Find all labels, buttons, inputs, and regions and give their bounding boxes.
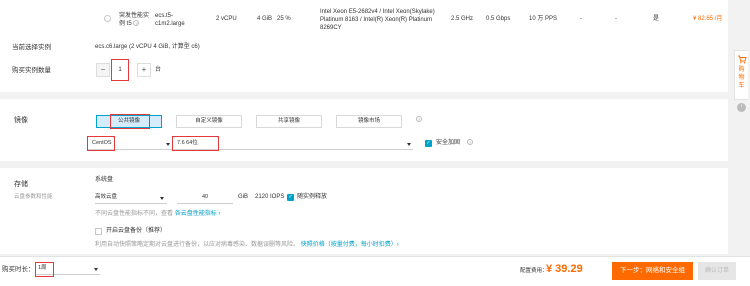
security-help[interactable]: ? <box>467 139 473 147</box>
disk-type-select[interactable]: 高效云盘 <box>95 192 167 204</box>
quantity-minus-button[interactable]: − <box>96 63 110 77</box>
chevron-down-icon <box>407 143 411 146</box>
quantity-input[interactable]: 1 <box>111 59 129 81</box>
backup-label: 开启云盘备份（推荐） <box>106 228 167 234</box>
cart-icon <box>737 55 747 64</box>
fee-label: 配置费用： <box>520 268 548 274</box>
fee-value: ¥ 39.29 <box>546 263 583 275</box>
release-checkbox[interactable]: ✓ <box>287 194 294 201</box>
tab-marketplace-image[interactable]: 镜像市场 <box>336 115 402 128</box>
instance-supported: 是 <box>653 16 660 22</box>
disk-iops: 2120 IOPS <box>255 194 285 200</box>
selected-instance-value: ecs.c6.large (2 vCPU 4 GiB, 计算型 c6) <box>95 44 200 50</box>
backup-note: 利用自动快照策略定期对云盘进行备份，以应对病毒感染、数据误删等风险。 快照价格（… <box>95 242 399 248</box>
chevron-down-icon <box>166 143 170 146</box>
perf-link[interactable]: 各云盘性能指标 › <box>175 211 221 217</box>
disk-size-input[interactable]: 40 <box>177 192 233 204</box>
system-disk-label: 系统盘 <box>95 177 114 183</box>
chevron-down-icon <box>94 268 98 271</box>
duration-highlight <box>35 262 54 277</box>
instance-type: 突发性能实例 t5 ? <box>119 13 150 27</box>
version-highlight <box>172 136 219 151</box>
cart-char-1: 购 <box>738 67 745 73</box>
side-cart[interactable]: 购 物 车 <box>734 50 748 100</box>
public-image-highlight <box>110 114 150 129</box>
storage-label: 存储 <box>14 181 28 188</box>
cart-char-3: 车 <box>738 83 745 89</box>
duration-label: 购买时长： <box>2 266 35 273</box>
tab-custom-image[interactable]: 自定义镜像 <box>176 115 242 128</box>
instance-dash: - <box>615 16 617 22</box>
backup-checkbox[interactable] <box>95 228 102 235</box>
quantity-plus-button[interactable]: + <box>137 63 151 77</box>
storage-sublabel: 云盘参数和性能 <box>14 194 53 200</box>
quantity-unit: 台 <box>155 67 162 73</box>
image-panel <box>0 99 728 161</box>
instance-memory: 4 GiB <box>257 16 273 22</box>
snapshot-price-link[interactable]: 快照价格（按量付费，每小时扣费）› <box>301 242 399 248</box>
security-label: 安全加固 <box>436 140 461 146</box>
next-step-button[interactable]: 下一步：网络和安全组 <box>612 262 693 280</box>
disk-size-unit: GiB <box>238 194 249 200</box>
instance-ipv6: - <box>580 16 582 22</box>
release-label: 随实例释放 <box>297 194 328 200</box>
confirm-order-button[interactable]: 确认订单 <box>698 262 736 280</box>
instance-price: ¥ 82.65 /月 <box>693 16 723 22</box>
chevron-down-icon <box>160 197 164 200</box>
quantity-label: 购买实例数量 <box>12 67 51 74</box>
back-to-top-icon[interactable]: ↑ <box>737 103 746 112</box>
selected-instance-label: 当前选择实例 <box>12 44 51 51</box>
instance-baseline: 25 % <box>277 16 291 22</box>
instance-bandwidth: 0.5 Gbps <box>486 16 511 22</box>
security-checkbox[interactable]: ✓ <box>425 140 432 147</box>
image-help[interactable]: ? <box>416 116 422 124</box>
instance-pps: 10 万 PPS <box>529 16 558 22</box>
help-icon[interactable]: ? <box>416 116 422 122</box>
perf-note: 不同云盘性能指标不同，查看 各云盘性能指标 › <box>95 211 221 217</box>
os-highlight <box>87 136 115 151</box>
instance-radio[interactable] <box>104 15 111 22</box>
help-icon[interactable]: ? <box>133 20 140 27</box>
cart-char-2: 物 <box>738 75 745 81</box>
instance-vcpu: 2 vCPU <box>216 16 237 22</box>
instance-processor: Intel Xeon E5-2682v4 / Intel Xeon(Skylak… <box>320 9 435 31</box>
image-label: 镜像 <box>14 117 28 124</box>
tab-shared-image[interactable]: 共享镜像 <box>256 115 322 128</box>
instance-spec: ecs.t5-c1m2.large <box>155 13 185 27</box>
instance-clock: 2.5 GHz <box>451 16 474 22</box>
help-icon[interactable]: ? <box>467 139 473 145</box>
